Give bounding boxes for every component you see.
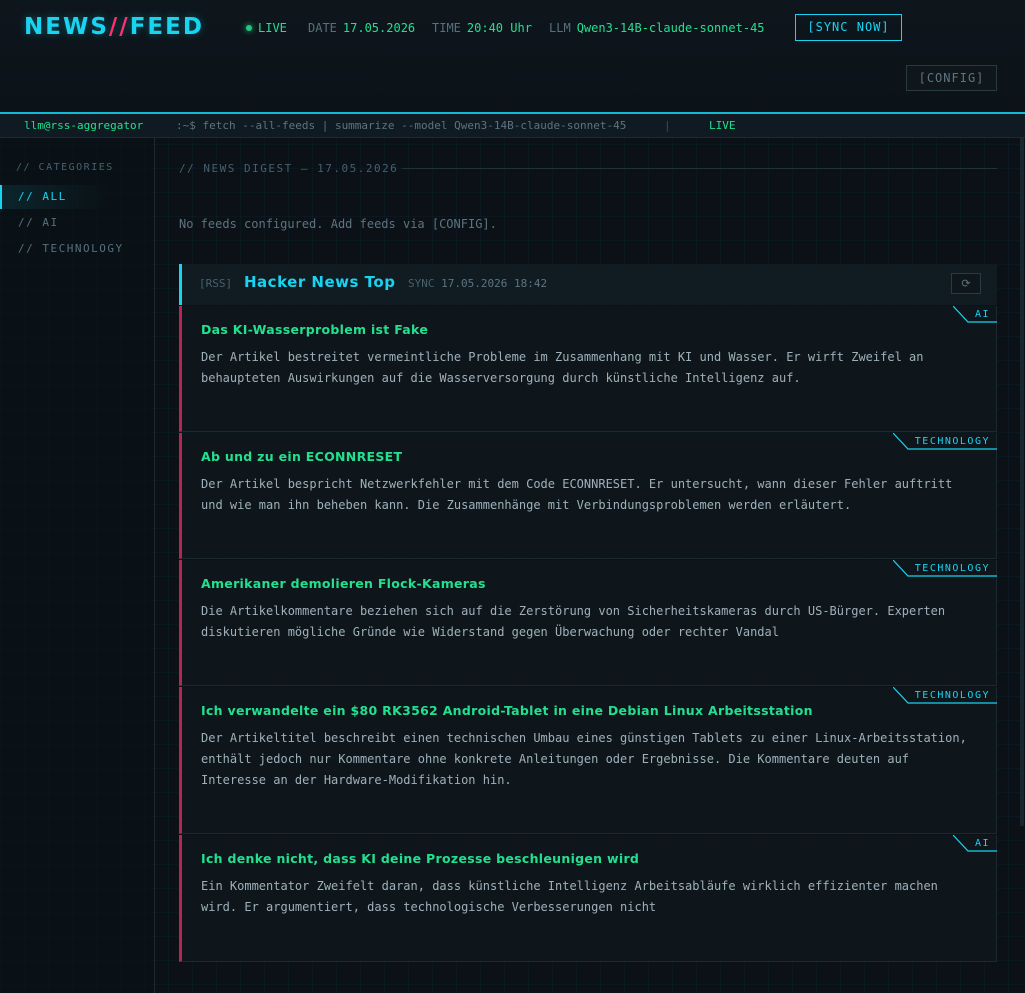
logo-text-news: NEWS — [24, 14, 109, 40]
llm-value: Qwen3-14B-claude-sonnet-45 — [576, 21, 765, 35]
badge-frame-icon — [892, 687, 997, 704]
article-card[interactable]: AI Ich denke nicht, dass KI deine Prozes… — [179, 835, 997, 962]
article-card[interactable]: TECHNOLOGY Amerikaner demolieren Flock-K… — [179, 560, 997, 686]
refresh-icon: ⟳ — [961, 277, 971, 290]
sidebar-item-all[interactable]: // ALL — [0, 185, 154, 209]
scrollbar[interactable] — [1020, 138, 1024, 826]
refresh-feed-button[interactable]: ⟳ — [951, 273, 981, 294]
time-value: 20:40 Uhr — [466, 21, 532, 35]
sidebar-heading: // CATEGORIES — [16, 162, 114, 173]
logo-slash: // — [108, 14, 130, 40]
date-value: 17.05.2026 — [342, 21, 416, 35]
digest-divider — [402, 168, 997, 169]
article-summary: Der Artikel bespricht Netzwerkfehler mit… — [201, 477, 953, 512]
category-badge: TECHNOLOGY — [892, 687, 997, 704]
feed-sync-info: SYNC 17.05.2026 18:42 — [408, 277, 547, 290]
article-card[interactable]: TECHNOLOGY Ab und zu ein ECONNRESET Der … — [179, 433, 997, 559]
feed-sync-label: SYNC — [408, 277, 435, 290]
category-sidebar: // CATEGORIES // ALL // AI // TECHNOLOGY — [0, 138, 155, 993]
config-button[interactable]: [CONFIG] — [906, 65, 997, 91]
article-title[interactable]: Ich denke nicht, dass KI deine Prozesse … — [201, 851, 639, 866]
time-display: TIME 20:40 Uhr — [432, 21, 532, 35]
badge-frame-icon — [952, 835, 997, 852]
category-badge: TECHNOLOGY — [892, 560, 997, 577]
article-title[interactable]: Das KI-Wasserproblem ist Fake — [201, 322, 428, 337]
terminal-status: LIVE — [709, 119, 736, 132]
digest-heading: // NEWS DIGEST — 17.05.2026 — [179, 162, 399, 175]
sync-now-button[interactable]: [SYNC NOW] — [795, 14, 902, 41]
feed-title[interactable]: Hacker News Top — [244, 273, 395, 291]
article-card[interactable]: AI Das KI-Wasserproblem ist Fake Der Art… — [179, 306, 997, 432]
empty-feeds-message: No feeds configured. Add feeds via [CONF… — [179, 217, 497, 231]
category-badge: AI — [952, 306, 997, 323]
article-title[interactable]: Amerikaner demolieren Flock-Kameras — [201, 576, 486, 591]
live-indicator: LIVE — [246, 21, 287, 35]
live-dot-icon — [246, 25, 252, 31]
article-summary: Die Artikelkommentare beziehen sich auf … — [201, 604, 946, 639]
live-label: LIVE — [258, 21, 287, 35]
feed-header: [RSS] Hacker News Top SYNC 17.05.2026 18… — [179, 264, 997, 305]
llm-label: LLM — [549, 21, 571, 35]
article-title[interactable]: Ich verwandelte ein $80 RK3562 Android-T… — [201, 703, 813, 718]
article-summary: Ein Kommentator Zweifelt daran, dass kün… — [201, 879, 938, 914]
llm-display: LLM Qwen3-14B-claude-sonnet-45 — [549, 21, 765, 35]
feed-type-tag: [RSS] — [199, 277, 233, 290]
article-summary: Der Artikel bestreitet vermeintliche Pro… — [201, 350, 924, 385]
article-title[interactable]: Ab und zu ein ECONNRESET — [201, 449, 402, 464]
sidebar-item-technology[interactable]: // TECHNOLOGY — [0, 237, 154, 261]
app-header: NEWS//FEED LIVE DATE 17.05.2026 TIME 20:40… — [0, 0, 1025, 112]
article-card[interactable]: TECHNOLOGY Ich verwandelte ein $80 RK356… — [179, 687, 997, 834]
date-label: DATE — [308, 21, 337, 35]
date-display: DATE 17.05.2026 — [308, 21, 415, 35]
article-summary: Der Artikeltitel beschreibt einen techni… — [201, 731, 967, 787]
app-logo: NEWS//FEED — [24, 14, 204, 40]
terminal-separator: | — [664, 119, 671, 132]
badge-frame-icon — [892, 560, 997, 577]
category-badge: AI — [952, 835, 997, 852]
sidebar-item-ai[interactable]: // AI — [0, 211, 154, 235]
terminal-user: llm@rss-aggregator — [24, 119, 144, 132]
logo-text-feed: FEED — [129, 14, 204, 40]
badge-frame-icon — [892, 433, 997, 450]
time-label: TIME — [432, 21, 461, 35]
category-badge: TECHNOLOGY — [892, 433, 997, 450]
feed-sync-value: 17.05.2026 18:42 — [441, 277, 548, 290]
terminal-command: :~$ fetch --all-feeds | summarize --mode… — [176, 119, 627, 132]
terminal-bar: llm@rss-aggregator :~$ fetch --all-feeds… — [0, 112, 1025, 138]
badge-frame-icon — [952, 306, 997, 323]
